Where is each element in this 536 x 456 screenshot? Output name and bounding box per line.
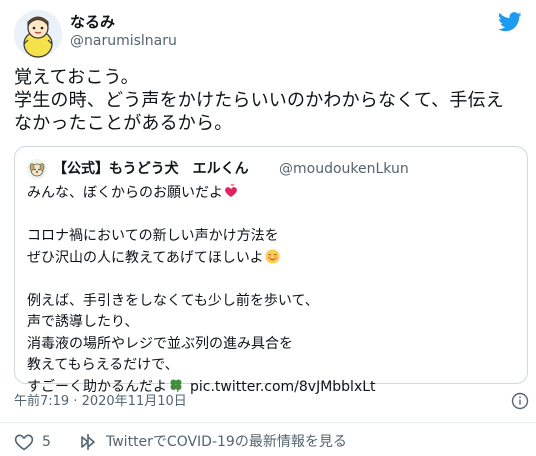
covid-info-link[interactable]: TwitterでCOVID-19の最新情報を見る <box>106 434 347 450</box>
quoted-author-name[interactable]: 【公式】もうどう犬 エルくん <box>53 160 249 178</box>
divider <box>0 422 536 423</box>
quote-line: みんな、ぼくからのお願いだよ <box>27 183 517 205</box>
quote-line-text: みんな、ぼくからのお願いだよ <box>27 185 223 201</box>
embedded-tweet-card: なるみ @narumislnaru 覚えておこう。 学生の時、どう声をかけたらい… <box>0 0 536 456</box>
quote-line-text: ぜひ沢山の人に教えてあげてほしいよ <box>27 249 264 266</box>
twitter-bird-icon[interactable] <box>498 12 522 32</box>
avatar-illustration <box>14 10 62 58</box>
tweet-timestamp[interactable]: 午前7:19 · 2020年11月10日 <box>14 394 187 410</box>
tweet-line: 学生の時、どう声をかけたらいいのかわからなくて、手伝え <box>14 90 504 111</box>
two-hearts-icon <box>225 184 237 197</box>
quote-line <box>27 205 517 227</box>
author-name[interactable]: なるみ <box>70 13 115 31</box>
quoted-author-handle[interactable]: @moudoukenLkun <box>279 160 409 178</box>
tweet-actions: 5 TwitterでCOVID-19の最新情報を見る <box>14 432 534 452</box>
quoted-media-link[interactable]: pic.twitter.com/8vJMbblxLt <box>190 379 376 395</box>
quote-line: コロナ禍においての新しい声かけ方法を <box>27 228 279 244</box>
info-icon[interactable] <box>511 392 529 410</box>
dog-avatar-illustration <box>27 159 47 179</box>
quote-line: 教えてもらえるだけで、 <box>27 357 179 373</box>
quote-line: 消毒液の場所やレジで並ぶ列の進み具合を <box>27 335 293 352</box>
quote-line: ぜひ沢山の人に教えてあげてほしいよ <box>27 248 517 270</box>
smiling-face-icon <box>265 248 280 264</box>
quote-line <box>27 269 517 291</box>
quote-line: 例えば、手引きをしなくても少し前を歩いて、 <box>27 292 319 309</box>
quote-line-text: すごーく助かるんだよ <box>27 378 167 395</box>
author-handle[interactable]: @narumislnaru <box>70 32 177 50</box>
quote-line: 声で誘導したり、 <box>27 314 139 330</box>
quoted-tweet[interactable]: 【公式】もうどう犬 エルくん @moudoukenLkun みんな、ぼくからのお… <box>14 146 528 395</box>
quoted-tweet-text: みんな、ぼくからのお願いだよ コロナ禍においての新しい声かけ方法を ぜひ沢山の人… <box>27 183 517 398</box>
tweet-line: なかったことがあるから。 <box>14 113 233 134</box>
tweet-line: 覚えておこう。 <box>14 67 139 88</box>
four-leaf-clover-icon <box>170 379 182 392</box>
tweet-text: 覚えておこう。 学生の時、どう声をかけたらいいのかわからなくて、手伝え なかった… <box>14 66 524 135</box>
like-count[interactable]: 5 <box>42 434 51 450</box>
author-avatar[interactable] <box>14 10 62 58</box>
share-icon[interactable] <box>78 432 98 452</box>
quoted-author-avatar[interactable] <box>27 159 47 179</box>
like-heart-icon[interactable] <box>14 433 34 451</box>
